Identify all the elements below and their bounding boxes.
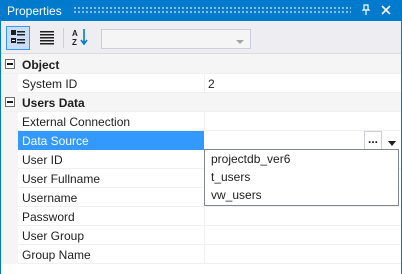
property-name: External Connection: [22, 115, 131, 129]
properties-panel: Properties A Z Object System ID 2 Users …: [0, 0, 402, 274]
object-selector-combo[interactable]: [101, 29, 251, 49]
property-row-user-group[interactable]: User Group: [1, 226, 401, 245]
property-name: User Group: [22, 229, 85, 243]
categorized-view-button[interactable]: [6, 26, 30, 50]
categorized-icon: [9, 28, 27, 49]
row-gutter: [1, 207, 18, 226]
property-name: User ID: [22, 153, 63, 167]
category-label: Object: [22, 58, 60, 72]
property-name: Group Name: [22, 248, 91, 262]
svg-text:A: A: [72, 29, 78, 38]
panel-title: Properties: [7, 4, 62, 18]
column-divider[interactable]: [204, 112, 205, 131]
toolbar: A Z: [1, 21, 401, 54]
category-label: Users Data: [22, 96, 85, 110]
dropdown-option[interactable]: t_users: [208, 168, 397, 187]
sort-alphabetical-button[interactable]: A Z: [68, 26, 92, 50]
list-icon: [38, 28, 56, 49]
chevron-down-icon[interactable]: [387, 137, 397, 146]
property-name: Password: [22, 210, 75, 224]
column-divider[interactable]: [204, 74, 205, 93]
property-name: Username: [22, 191, 78, 205]
collapse-icon[interactable]: [5, 59, 15, 69]
row-gutter: [1, 169, 18, 188]
list-view-button[interactable]: [35, 26, 59, 50]
pin-icon[interactable]: [359, 3, 373, 17]
chevron-down-icon: [235, 35, 245, 44]
collapse-icon[interactable]: [5, 97, 15, 107]
sort-az-icon: A Z: [70, 27, 90, 50]
property-row-system-id[interactable]: System ID 2: [1, 74, 401, 93]
property-name: User Fullname: [22, 172, 101, 186]
close-icon[interactable]: [379, 3, 393, 17]
row-gutter: [1, 112, 18, 131]
row-gutter: [1, 226, 18, 245]
dropdown-option[interactable]: projectdb_ver6: [208, 150, 397, 169]
svg-text:Z: Z: [72, 38, 77, 47]
property-name: System ID: [22, 77, 78, 91]
row-gutter: [1, 245, 18, 264]
data-source-dropdown-list[interactable]: projectdb_ver6 t_users vw_users: [204, 149, 399, 206]
property-name: Data Source: [22, 134, 89, 148]
property-row-group-name[interactable]: Group Name: [1, 245, 401, 264]
row-gutter: [1, 74, 18, 93]
dropdown-option[interactable]: vw_users: [208, 186, 397, 205]
property-row-external-connection[interactable]: External Connection: [1, 112, 401, 131]
column-divider[interactable]: [204, 207, 205, 226]
property-row-data-source[interactable]: Data Source ...: [1, 131, 401, 150]
property-row-password[interactable]: Password: [1, 207, 401, 226]
drag-grip[interactable]: [73, 6, 351, 15]
column-divider[interactable]: [204, 226, 205, 245]
category-object[interactable]: Object: [1, 55, 401, 74]
row-gutter: [1, 131, 18, 150]
title-bar[interactable]: Properties: [1, 1, 401, 21]
category-users-data[interactable]: Users Data: [1, 93, 401, 112]
ellipsis-button[interactable]: ...: [364, 131, 382, 150]
property-value[interactable]: 2: [208, 77, 215, 91]
column-divider[interactable]: [204, 245, 205, 264]
row-gutter: [1, 188, 18, 207]
toolbar-separator: [63, 28, 64, 48]
row-gutter: [1, 150, 18, 169]
